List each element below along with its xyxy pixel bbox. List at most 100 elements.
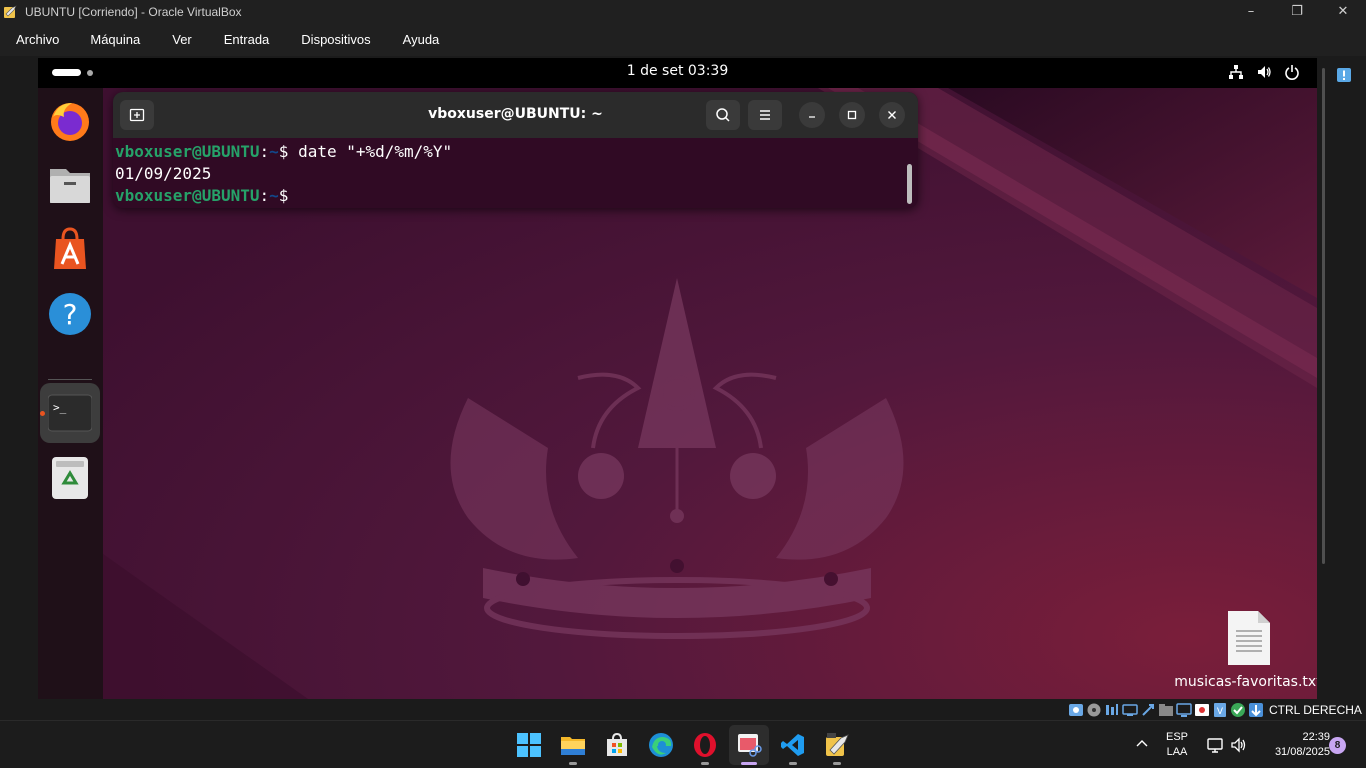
command-output: 01/09/2025 — [115, 164, 212, 183]
running-indicator — [40, 411, 45, 416]
terminal-minimize-button[interactable] — [799, 102, 825, 128]
guest-additions-icon[interactable] — [1230, 702, 1246, 718]
dock: ? >_ — [38, 88, 103, 699]
taskbar-virtualbox[interactable] — [817, 725, 857, 765]
running-indicator — [833, 762, 841, 765]
menu-archivo[interactable]: Archivo — [0, 23, 74, 56]
virtualbox-icon — [826, 733, 849, 756]
display-icon[interactable] — [1176, 702, 1192, 718]
menu-entrada[interactable]: Entrada — [208, 23, 286, 56]
menu-ayuda[interactable]: Ayuda — [387, 23, 456, 56]
menu-maquina[interactable]: Máquina — [74, 23, 156, 56]
file-explorer-icon — [561, 737, 585, 755]
notification-badge[interactable]: 8 — [1329, 737, 1346, 754]
shared-folders-icon[interactable] — [1158, 702, 1174, 718]
network-adapter-icon[interactable] — [1122, 702, 1138, 718]
virtualbox-titlebar: UBUNTU [Corriendo] - Oracle VirtualBox –… — [0, 0, 1366, 23]
window-title: UBUNTU [Corriendo] - Oracle VirtualBox — [25, 4, 242, 19]
guest-screen: 1 de set 03:39 ? >_ vboxuser@UBUNTU: ~ v… — [38, 58, 1317, 699]
vertical-scrollbar[interactable] — [1322, 68, 1325, 564]
language-code: ESP — [1165, 731, 1188, 743]
command-text: date "+%d/%m/%Y" — [298, 142, 453, 161]
menu-button[interactable] — [748, 100, 782, 130]
search-button[interactable] — [706, 100, 740, 130]
taskbar-snipping-tool[interactable] — [729, 725, 769, 765]
prompt-path: ~ — [269, 186, 279, 205]
dock-separator — [48, 379, 92, 380]
close-icon — [888, 111, 896, 119]
taskbar-vscode[interactable] — [773, 725, 813, 765]
start-button[interactable] — [509, 725, 549, 765]
help-icon: ? — [49, 293, 91, 335]
windows-taskbar: ESP LAA 22:39 31/08/2025 8 — [0, 720, 1366, 768]
volume-icon[interactable] — [1256, 64, 1272, 80]
dock-help[interactable]: ? — [40, 284, 100, 344]
microsoft-store-icon — [607, 732, 627, 756]
gnome-top-bar: 1 de set 03:39 — [38, 58, 1317, 88]
usb-icon[interactable] — [1140, 702, 1156, 718]
virtualbox-status-bar: V CTRL DERECHA — [1068, 700, 1366, 720]
terminal-scrollbar[interactable] — [907, 164, 912, 204]
taskbar-file-explorer[interactable] — [553, 725, 593, 765]
maximize-icon — [847, 110, 857, 120]
dock-trash[interactable] — [40, 447, 100, 507]
terminal-window[interactable]: vboxuser@UBUNTU: ~ vboxuser@UBUNTU:~$ da… — [113, 92, 918, 208]
windows-start-icon — [517, 733, 541, 757]
dock-terminal[interactable]: >_ — [40, 383, 100, 443]
menu-ver[interactable]: Ver — [156, 23, 208, 56]
show-hidden-icons-chevron-up-icon[interactable] — [1134, 736, 1150, 752]
minimize-button[interactable]: – — [1228, 0, 1274, 23]
svg-text:>_: >_ — [53, 401, 67, 414]
taskbar-clock[interactable]: 22:39 31/08/2025 — [1256, 730, 1330, 760]
host-key-label: CTRL DERECHA — [1269, 703, 1362, 717]
audio-icon[interactable] — [1104, 702, 1120, 718]
app-center-icon — [54, 227, 86, 269]
network-icon[interactable] — [1228, 64, 1244, 80]
network-monitor-icon[interactable] — [1206, 736, 1224, 754]
clock[interactable]: 1 de set 03:39 — [38, 63, 1317, 79]
prompt-symbol: $ — [278, 186, 289, 205]
trash-icon — [52, 457, 88, 499]
vt-x-icon[interactable]: V — [1212, 702, 1228, 718]
desktop-file-label[interactable]: musicas-favoritas.txt — [1168, 674, 1317, 698]
taskbar-time: 22:39 — [1302, 731, 1330, 743]
prompt-path: ~ — [269, 142, 279, 161]
speaker-icon[interactable] — [1230, 736, 1248, 754]
recording-icon[interactable] — [1194, 702, 1210, 718]
vscode-icon — [781, 734, 804, 756]
hamburger-icon — [760, 110, 770, 120]
input-language[interactable]: ESP LAA — [1160, 730, 1194, 760]
terminal-line: vboxuser@UBUNTU:~$ — [115, 185, 905, 207]
svg-text:?: ? — [63, 298, 78, 331]
taskbar-microsoft-store[interactable] — [597, 725, 637, 765]
restore-button[interactable]: ❐ — [1274, 0, 1320, 23]
optical-drive-icon[interactable] — [1086, 702, 1102, 718]
terminal-header[interactable]: vboxuser@UBUNTU: ~ — [113, 92, 918, 138]
terminal-title: vboxuser@UBUNTU: ~ — [428, 106, 603, 122]
terminal-close-button[interactable] — [879, 102, 905, 128]
files-icon — [50, 169, 90, 203]
prompt-symbol: $ — [278, 142, 289, 161]
dock-firefox[interactable] — [40, 91, 100, 151]
firefox-icon — [51, 103, 89, 141]
notification-center-icon[interactable] — [1336, 67, 1352, 83]
terminal-output[interactable]: vboxuser@UBUNTU:~$ date "+%d/%m/%Y" 01/0… — [115, 138, 905, 207]
running-indicator — [701, 762, 709, 765]
opera-icon — [694, 733, 716, 757]
terminal-line: vboxuser@UBUNTU:~$ date "+%d/%m/%Y" — [115, 141, 905, 163]
menu-dispositivos[interactable]: Dispositivos — [285, 23, 386, 56]
prompt-colon: : — [259, 186, 270, 205]
text-file-icon[interactable] — [1226, 609, 1272, 667]
taskbar-edge[interactable] — [641, 725, 681, 765]
dock-files[interactable] — [40, 155, 100, 215]
terminal-maximize-button[interactable] — [839, 102, 865, 128]
close-button[interactable]: ✕ — [1320, 0, 1366, 23]
dock-app-center[interactable] — [40, 219, 100, 279]
running-indicator — [741, 762, 757, 765]
menubar: Archivo Máquina Ver Entrada Dispositivos… — [0, 23, 1366, 56]
power-icon[interactable] — [1284, 64, 1300, 80]
prompt-user-host: vboxuser@UBUNTU — [115, 142, 260, 161]
hard-disk-icon[interactable] — [1068, 702, 1084, 718]
mouse-integration-icon[interactable] — [1248, 702, 1264, 718]
taskbar-opera[interactable] — [685, 725, 725, 765]
